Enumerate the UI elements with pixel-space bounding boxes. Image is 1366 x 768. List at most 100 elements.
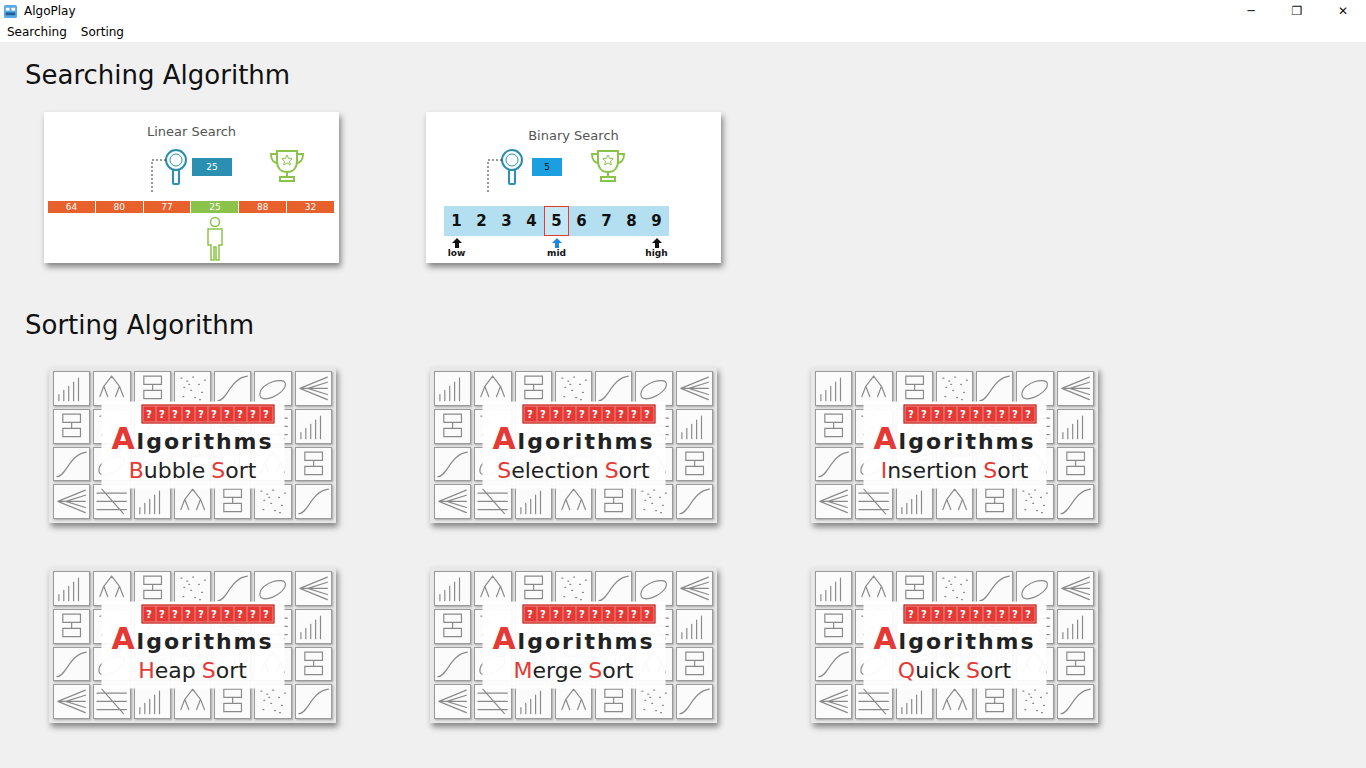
card-banner: ?????????? Algorithms MergeSort <box>482 602 665 689</box>
question-mark: ? <box>156 607 168 622</box>
tile <box>1057 409 1094 444</box>
question-mark: ? <box>628 407 640 422</box>
array-cell: 64 <box>48 201 96 213</box>
sketch-icon <box>475 572 510 605</box>
sketch-icon <box>435 572 470 605</box>
window-control-button[interactable]: ❐ <box>1274 0 1320 22</box>
sort-card[interactable]: ?????????? Algorithms InsertionSort <box>811 367 1098 523</box>
tile <box>815 647 852 682</box>
question-mark: ? <box>641 407 653 422</box>
array-column: 80 <box>96 201 144 262</box>
pointer-label: low <box>448 248 466 258</box>
array-cell: 5 <box>544 206 569 236</box>
question-mark: ? <box>970 407 982 422</box>
sketch-icon <box>816 572 851 605</box>
target-value: 5 <box>532 158 562 176</box>
section-heading: Searching Algorithm <box>25 58 1366 92</box>
card-banner: ?????????? Algorithms BubbleSort <box>101 402 284 489</box>
tile <box>936 684 973 719</box>
algorithm-name: HeapSort <box>138 657 247 685</box>
magnifier-icon <box>148 146 192 196</box>
sketch-icon <box>977 372 1012 405</box>
question-mark: ? <box>918 407 930 422</box>
magnifier-icon <box>484 146 528 196</box>
algorithm-name: BubbleSort <box>129 457 257 485</box>
question-mark: ? <box>931 407 943 422</box>
sketch-icon <box>94 685 129 718</box>
tile <box>434 371 471 406</box>
tile <box>295 371 332 406</box>
linear-search-card[interactable]: Linear Search 25 64 80 77 25 88 32 <box>44 112 339 263</box>
array-cell: 1 <box>444 206 469 236</box>
question-mark: ? <box>957 407 969 422</box>
sketch-icon <box>215 372 250 405</box>
tile <box>815 609 852 644</box>
trophy-icon <box>267 148 307 184</box>
tile <box>635 484 672 519</box>
sort-card[interactable]: ?????????? Algorithms HeapSort <box>49 567 336 723</box>
algorithm-name: InsertionSort <box>881 457 1029 485</box>
sketch-icon <box>135 485 170 518</box>
sketch-icon <box>1017 485 1052 518</box>
sketch-icon <box>1017 372 1052 405</box>
sketch-icon <box>816 448 851 481</box>
mark-row: ?????????? <box>903 605 1036 624</box>
tile <box>1057 371 1094 406</box>
question-mark: ? <box>589 607 601 622</box>
sketch-icon <box>296 648 331 681</box>
question-mark: ? <box>156 407 168 422</box>
question-mark: ? <box>524 607 536 622</box>
question-mark: ? <box>905 607 917 622</box>
sketch-icon <box>435 485 470 518</box>
window-control-button[interactable]: ✕ <box>1320 0 1366 22</box>
tile <box>254 684 291 719</box>
name-word: Merge <box>514 657 583 685</box>
menu-item[interactable]: Sorting <box>74 25 131 39</box>
window-control-button[interactable]: ─ <box>1228 0 1274 22</box>
question-mark: ? <box>602 607 614 622</box>
sketch-icon <box>596 572 631 605</box>
name-word: Quick <box>898 657 960 685</box>
menu-item[interactable]: Searching <box>0 25 74 39</box>
tile <box>1057 447 1094 482</box>
sketch-icon <box>897 372 932 405</box>
pointer-label: mid <box>547 248 566 258</box>
sort-card[interactable]: ?????????? Algorithms QuickSort <box>811 567 1098 723</box>
tile <box>595 484 632 519</box>
sketch-icon <box>677 448 712 481</box>
sketch-icon <box>255 485 290 518</box>
tile <box>676 409 713 444</box>
question-mark: ? <box>996 607 1008 622</box>
sketch-icon <box>135 572 170 605</box>
question-mark: ? <box>234 607 246 622</box>
menu-bar: SearchingSorting <box>0 22 1366 42</box>
sketch-icon <box>816 648 851 681</box>
question-mark: ? <box>537 407 549 422</box>
question-mark: ? <box>996 407 1008 422</box>
sketch-icon <box>175 372 210 405</box>
sort-card[interactable]: ?????????? Algorithms MergeSort <box>430 567 717 723</box>
tile <box>555 684 592 719</box>
sketch-icon <box>175 572 210 605</box>
name-word: Selection <box>497 457 598 485</box>
array-row: 64 80 77 25 88 32 <box>48 201 335 262</box>
sketch-icon <box>435 648 470 681</box>
tile <box>295 684 332 719</box>
sketch-icon <box>937 572 972 605</box>
probe-row: 25 <box>44 146 339 196</box>
sort-card[interactable]: ?????????? Algorithms SelectionSort <box>430 367 717 523</box>
sketch-icon <box>54 485 89 518</box>
banner-text: Algorithms <box>873 624 1035 657</box>
algorithm-name: MergeSort <box>514 657 634 685</box>
array-cell: 2 <box>469 206 494 236</box>
sketch-icon <box>435 448 470 481</box>
binary-search-card[interactable]: Binary Search 5 1 low2 3 4 5 mid6 7 8 9 … <box>426 112 721 263</box>
sketch-icon <box>556 485 591 518</box>
tile <box>134 484 171 519</box>
sort-card[interactable]: ?????????? Algorithms BubbleSort <box>49 367 336 523</box>
tile <box>93 684 130 719</box>
sketch-icon <box>475 485 510 518</box>
sketch-icon <box>1058 572 1093 605</box>
tile <box>855 684 892 719</box>
sketch-icon <box>435 410 470 443</box>
